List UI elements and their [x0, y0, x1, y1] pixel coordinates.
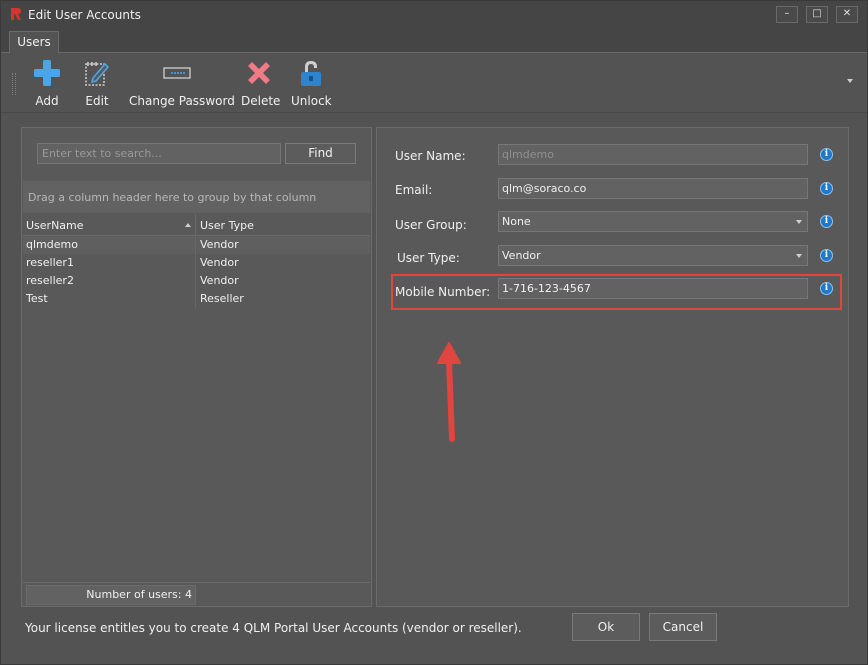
- table-row[interactable]: reseller1 Vendor: [23, 254, 370, 272]
- user-type-label: User Type:: [397, 251, 460, 265]
- edit-user-accounts-window: Edit User Accounts – □ ✕ Users Add Edit: [0, 0, 868, 665]
- user-type-value: Vendor: [502, 249, 541, 262]
- cell-user-type: Vendor: [200, 274, 239, 287]
- cell-username: Test: [26, 292, 48, 305]
- toolbar-grip[interactable]: [12, 73, 16, 95]
- window-title: Edit User Accounts: [28, 8, 141, 22]
- find-button[interactable]: Find: [285, 143, 356, 164]
- mobile-number-info-icon[interactable]: i: [820, 282, 833, 295]
- mobile-number-label: Mobile Number:: [395, 285, 491, 299]
- cell-user-type: Vendor: [200, 238, 239, 251]
- unlock-button[interactable]: Unlock: [291, 57, 332, 109]
- chevron-down-icon: [796, 220, 802, 224]
- column-header-username[interactable]: UserName: [26, 219, 84, 232]
- add-label: Add: [35, 94, 59, 108]
- cell-username: reseller2: [26, 274, 74, 287]
- ribbon-options-chevron-icon[interactable]: [847, 79, 853, 83]
- cell-username: reseller1: [26, 256, 74, 269]
- user-count: Number of users: 4: [26, 585, 196, 605]
- mobile-number-field[interactable]: 1-716-123-4567: [498, 278, 808, 299]
- group-by-area[interactable]: Drag a column header here to group by th…: [23, 181, 370, 213]
- cell-username: qlmdemo: [26, 238, 78, 251]
- grid-header: UserName User Type: [23, 214, 370, 236]
- ok-button[interactable]: Ok: [572, 613, 640, 641]
- cell-user-type: Reseller: [200, 292, 244, 305]
- add-button[interactable]: Add: [31, 57, 63, 109]
- edit-document-icon: [85, 62, 110, 86]
- chevron-down-icon: [796, 254, 802, 258]
- cancel-button[interactable]: Cancel: [649, 613, 717, 641]
- user-group-select[interactable]: None: [498, 211, 808, 232]
- table-row[interactable]: Test Reseller: [23, 290, 370, 308]
- grid-footer: Number of users: 4: [23, 582, 370, 606]
- unlock-label: Unlock: [291, 94, 332, 108]
- annotation-arrow-up-icon: [437, 342, 461, 442]
- user-group-value: None: [502, 215, 531, 228]
- close-button[interactable]: ✕: [836, 6, 858, 23]
- table-row[interactable]: reseller2 Vendor: [23, 272, 370, 290]
- email-label: Email:: [395, 183, 433, 197]
- plus-icon: [34, 60, 60, 86]
- license-info-text: Your license entitles you to create 4 QL…: [25, 621, 522, 635]
- user-group-info-icon[interactable]: i: [820, 215, 833, 228]
- email-field[interactable]: qlm@soraco.co: [498, 178, 808, 199]
- user-type-info-icon[interactable]: i: [820, 249, 833, 262]
- app-logo-icon: [11, 8, 21, 20]
- user-group-label: User Group:: [395, 218, 467, 232]
- user-name-label: User Name:: [395, 149, 466, 163]
- password-field-icon: [163, 67, 191, 79]
- email-info-icon[interactable]: i: [820, 182, 833, 195]
- minimize-button[interactable]: –: [776, 6, 798, 23]
- sort-ascending-icon: [185, 223, 191, 227]
- users-list-panel: Find Drag a column header here to group …: [21, 127, 372, 607]
- dialog-footer: Your license entitles you to create 4 QL…: [1, 607, 867, 663]
- delete-label: Delete: [241, 94, 281, 108]
- change-password-button[interactable]: Change Password: [129, 57, 235, 109]
- table-row[interactable]: qlmdemo Vendor: [23, 236, 370, 254]
- users-grid: UserName User Type qlmdemo Vendor resell…: [23, 214, 370, 308]
- edit-label: Edit: [85, 94, 109, 108]
- title-bar: Edit User Accounts – □ ✕: [1, 1, 867, 29]
- tab-users[interactable]: Users: [9, 31, 59, 54]
- user-name-field: qlmdemo: [498, 144, 808, 165]
- cell-user-type: Vendor: [200, 256, 239, 269]
- unlock-padlock-icon: [301, 61, 321, 86]
- edit-button[interactable]: Edit: [81, 57, 113, 109]
- maximize-button[interactable]: □: [806, 6, 828, 23]
- change-password-label: Change Password: [129, 94, 235, 108]
- user-name-info-icon[interactable]: i: [820, 148, 833, 161]
- tab-strip: Users: [1, 29, 867, 54]
- delete-button[interactable]: Delete: [241, 57, 281, 109]
- search-input[interactable]: [37, 143, 281, 164]
- delete-x-icon: [248, 62, 270, 84]
- column-header-user-type[interactable]: User Type: [200, 219, 254, 232]
- user-type-select[interactable]: Vendor: [498, 245, 808, 266]
